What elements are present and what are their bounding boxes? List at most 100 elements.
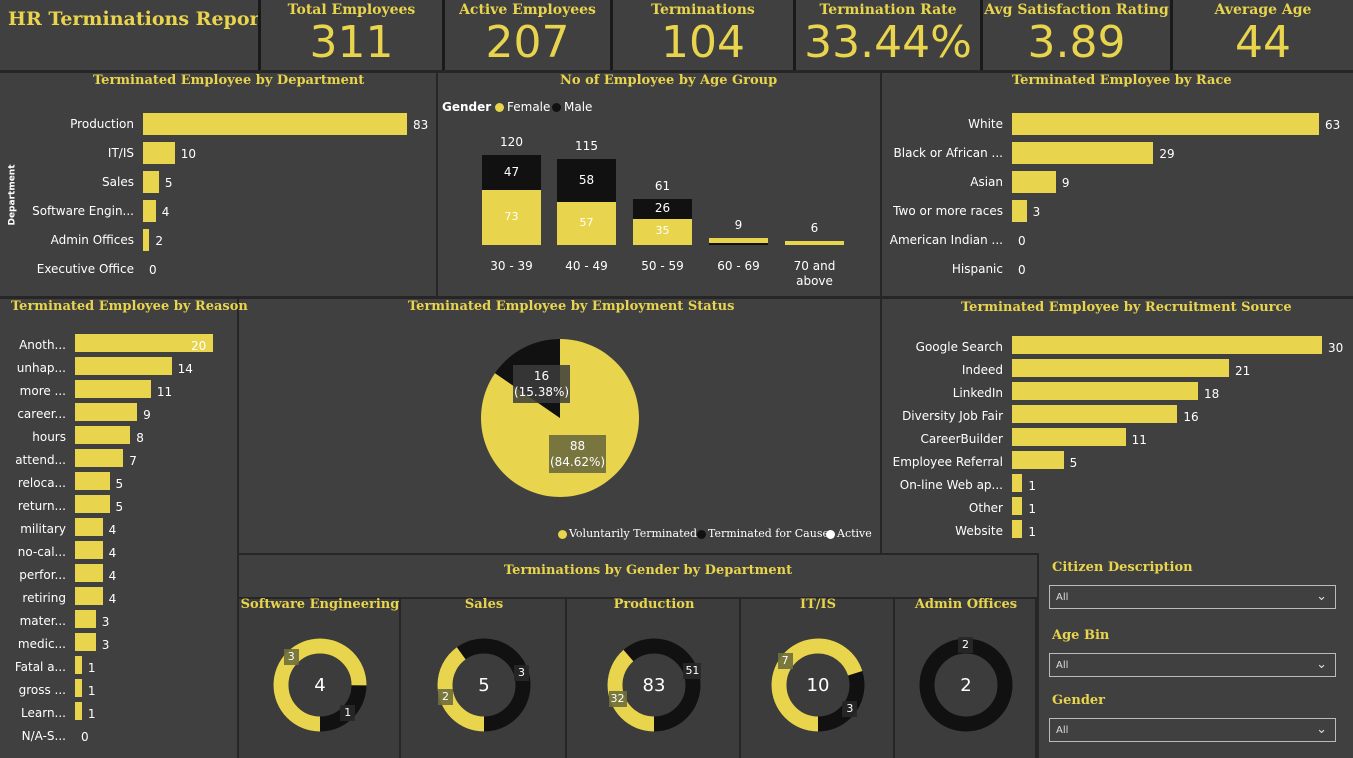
bar[interactable] bbox=[1012, 171, 1056, 193]
pie-svg[interactable] bbox=[475, 333, 645, 503]
chart-title: No of Employee by Age Group bbox=[560, 73, 778, 88]
kpi-card: Termination Rate 33.44% bbox=[793, 0, 980, 70]
pie-label-value: 16 bbox=[533, 369, 550, 383]
bar-value: 4 bbox=[108, 546, 117, 560]
bar[interactable] bbox=[75, 380, 151, 398]
column-category: 40 - 49 bbox=[565, 259, 608, 273]
donut-value: 3 bbox=[283, 648, 299, 665]
bar-value: 0 bbox=[149, 263, 157, 277]
bar-label: mater... bbox=[19, 614, 66, 628]
bar-label: CareerBuilder bbox=[920, 432, 1003, 446]
donut-total: 4 bbox=[314, 675, 326, 696]
kpi-label: Termination Rate bbox=[819, 2, 957, 18]
bar-value: 5 bbox=[164, 176, 173, 190]
bar[interactable] bbox=[75, 541, 103, 559]
bar[interactable] bbox=[75, 656, 82, 674]
bar-label: more ... bbox=[19, 384, 66, 398]
bar[interactable] bbox=[75, 679, 82, 697]
bar-value: 11 bbox=[156, 385, 173, 399]
bar[interactable] bbox=[1012, 474, 1023, 492]
slicer-title: Age Bin bbox=[1052, 628, 1110, 643]
bar-label: Employee Referral bbox=[892, 455, 1003, 469]
bar-value: 4 bbox=[108, 569, 117, 583]
bar-value: 14 bbox=[177, 362, 193, 376]
chart-title: Terminated Employee by Recruitment Sourc… bbox=[961, 300, 1292, 315]
bar[interactable] bbox=[1012, 359, 1229, 377]
kpi-value: 207 bbox=[485, 17, 570, 68]
bar[interactable] bbox=[75, 449, 124, 467]
kpi-value: 3.89 bbox=[1027, 17, 1126, 68]
donut-title: Admin Offices bbox=[914, 597, 1018, 612]
bar[interactable] bbox=[1012, 497, 1023, 515]
report-header: HR Terminations Report bbox=[0, 0, 268, 70]
bar[interactable] bbox=[143, 113, 407, 135]
bar[interactable] bbox=[1012, 520, 1023, 538]
bar[interactable] bbox=[1012, 382, 1198, 400]
column-total: 115 bbox=[575, 138, 598, 153]
bar[interactable] bbox=[1012, 336, 1322, 354]
bar[interactable] bbox=[143, 142, 175, 164]
bar[interactable] bbox=[143, 171, 159, 193]
bar-value: 3 bbox=[101, 638, 110, 652]
bar[interactable] bbox=[1012, 113, 1319, 135]
column-value-female: 73 bbox=[504, 209, 519, 223]
column-category: 50 - 59 bbox=[641, 259, 684, 273]
bar[interactable] bbox=[1012, 451, 1064, 469]
donut-title: Software Engineering bbox=[240, 597, 400, 612]
bar-value: 1 bbox=[87, 661, 96, 675]
bar[interactable] bbox=[1012, 142, 1154, 164]
bar-value: 0 bbox=[81, 730, 89, 744]
bar[interactable] bbox=[1012, 200, 1027, 222]
bar[interactable] bbox=[75, 610, 96, 628]
bar[interactable] bbox=[75, 357, 172, 375]
donut-title: IT/IS bbox=[800, 597, 836, 612]
donut-value: 7 bbox=[777, 653, 793, 670]
legend-label: Female bbox=[507, 100, 551, 114]
bar-value: 3 bbox=[101, 615, 110, 629]
bar-value: 5 bbox=[115, 500, 124, 514]
bar-label: Executive Office bbox=[36, 262, 134, 276]
slicer-dropdown[interactable]: All ⌄ bbox=[1049, 653, 1336, 677]
kpi-card: Average Age 44 bbox=[1170, 0, 1353, 70]
bar[interactable] bbox=[75, 702, 82, 720]
bar-value: 30 bbox=[1328, 341, 1344, 355]
bar[interactable] bbox=[75, 472, 110, 490]
donut-value: 32 bbox=[608, 691, 627, 708]
bar-label: no-cal... bbox=[17, 545, 66, 559]
column-value-female: 35 bbox=[655, 223, 670, 237]
donut-value: 51 bbox=[683, 662, 702, 679]
bar[interactable] bbox=[1012, 405, 1178, 423]
kpi-label: Active Employees bbox=[459, 2, 596, 18]
slicer-dropdown[interactable]: All ⌄ bbox=[1049, 585, 1336, 609]
kpi-card: Terminations 104 bbox=[610, 0, 793, 70]
bar[interactable] bbox=[75, 426, 131, 444]
column-category: 30 - 39 bbox=[490, 259, 533, 273]
bar[interactable] bbox=[75, 518, 103, 536]
divider bbox=[436, 73, 438, 296]
bar-value: 5 bbox=[115, 477, 124, 491]
bar-value: 0 bbox=[1018, 263, 1026, 277]
bar-label: Google Search bbox=[915, 340, 1003, 354]
bar[interactable] bbox=[75, 403, 138, 421]
bar[interactable] bbox=[75, 587, 103, 605]
bar-label: Hispanic bbox=[951, 262, 1003, 276]
kpi-label: Avg Satisfaction Rating bbox=[984, 2, 1169, 18]
slicer-dropdown[interactable]: All ⌄ bbox=[1049, 718, 1336, 742]
legend-male-marker bbox=[552, 103, 561, 112]
bar[interactable] bbox=[143, 229, 150, 251]
bar-label: Production bbox=[70, 117, 134, 131]
donut-value: 2 bbox=[437, 689, 453, 706]
bar[interactable] bbox=[143, 200, 156, 222]
bar-label: reloca... bbox=[17, 476, 66, 490]
bar-label: unhap... bbox=[16, 361, 66, 375]
bar[interactable] bbox=[75, 564, 103, 582]
bar[interactable] bbox=[1012, 428, 1126, 446]
bar[interactable] bbox=[75, 633, 96, 651]
bar-value: 3 bbox=[1032, 205, 1041, 219]
bar-label: Website bbox=[955, 524, 1003, 538]
bar-value: 4 bbox=[108, 592, 117, 606]
kpi-value: 104 bbox=[661, 17, 745, 68]
bar-label: Asian bbox=[970, 175, 1003, 189]
bar[interactable] bbox=[75, 495, 110, 513]
bar-value: 11 bbox=[1131, 433, 1147, 447]
